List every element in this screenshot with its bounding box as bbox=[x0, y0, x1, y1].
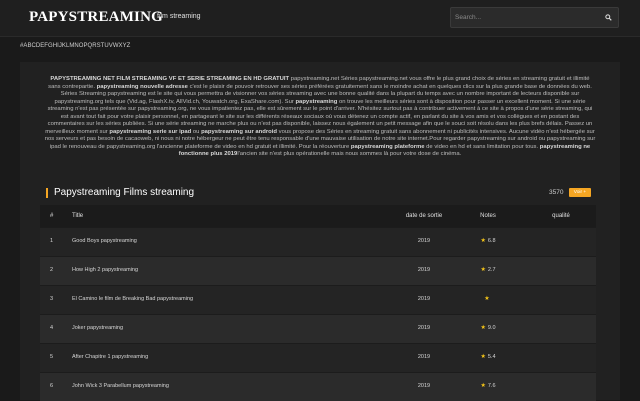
rating-value: 6.8 bbox=[487, 238, 496, 244]
rating-value: 7.6 bbox=[487, 383, 496, 389]
star-icon: ★ bbox=[480, 354, 486, 360]
rating-value: 5.4 bbox=[487, 354, 496, 360]
row-date: 2019 bbox=[417, 267, 431, 273]
row-date: 2019 bbox=[417, 325, 431, 331]
site-logo[interactable]: PAPYSTREAMING bbox=[29, 9, 163, 26]
section-title: Papystreaming Films streaming bbox=[46, 188, 194, 198]
header-notes: Notes bbox=[480, 213, 496, 219]
desc-text: l'ancien site n'est plus opérationelle m… bbox=[237, 151, 462, 157]
search-input[interactable] bbox=[455, 11, 595, 24]
row-date: 2019 bbox=[417, 354, 431, 360]
search-box bbox=[450, 7, 619, 28]
voir-plus-button[interactable]: Voir + bbox=[569, 188, 591, 197]
row-rating: ★ 5.4 bbox=[470, 344, 506, 371]
header-number: # bbox=[50, 213, 54, 219]
rating-value: 2.7 bbox=[487, 267, 496, 273]
row-number: 1 bbox=[50, 238, 54, 244]
table-row[interactable]: 2 How High 2 papystreaming 2019 ★ 2.7 bbox=[40, 256, 596, 285]
row-number: 6 bbox=[50, 383, 54, 389]
site-description: PAPYSTREAMING NET FILM STREAMING VF ET S… bbox=[44, 76, 596, 159]
row-number: 5 bbox=[50, 354, 54, 360]
row-date: 2019 bbox=[417, 296, 431, 302]
film-count: 3570 bbox=[549, 189, 564, 196]
desc-bold: papystreaming bbox=[295, 98, 338, 105]
films-table: # Title date de sortie Notes qualité 1 G… bbox=[40, 205, 596, 401]
nav-link-film-streaming[interactable]: film streaming bbox=[157, 13, 201, 20]
row-number: 2 bbox=[50, 267, 54, 273]
star-icon: ★ bbox=[480, 383, 486, 389]
row-rating: ★ bbox=[470, 286, 506, 313]
desc-bold: papystreaming serie sur ipad bbox=[109, 128, 192, 135]
header-title: Title bbox=[72, 213, 84, 219]
star-icon: ★ bbox=[480, 325, 486, 331]
desc-bold: papystreaming plateforme bbox=[350, 143, 425, 150]
desc-bold: papystreaming sur android bbox=[201, 128, 278, 135]
row-rating: ★ 7.6 bbox=[470, 373, 506, 400]
desc-text: de video en hd et sans limitation pour t… bbox=[424, 143, 540, 150]
header-quality: qualité bbox=[552, 213, 570, 219]
row-number: 4 bbox=[50, 325, 54, 331]
desc-heading: PAPYSTREAMING NET FILM STREAMING VF ET S… bbox=[50, 76, 290, 82]
alphabet-filter[interactable]: #ABCDEFGHIJKLMNOPQRSTUVWXYZ bbox=[20, 43, 130, 49]
row-date: 2019 bbox=[417, 238, 431, 244]
table-row[interactable]: 1 Good Boys papystreaming 2019 ★ 6.8 bbox=[40, 227, 596, 256]
row-title-link[interactable]: El Camino le film de Breaking Bad papyst… bbox=[72, 286, 193, 313]
row-date: 2019 bbox=[417, 383, 431, 389]
desc-text: ou bbox=[191, 128, 202, 135]
row-title-link[interactable]: Good Boys papystreaming bbox=[72, 228, 137, 255]
row-rating: ★ 6.8 bbox=[470, 228, 506, 255]
star-icon: ★ bbox=[484, 296, 490, 302]
desc-bold: papystreaming nouvelle adresse bbox=[96, 83, 188, 90]
row-rating: ★ 9.0 bbox=[470, 315, 506, 342]
table-row[interactable]: 5 After Chapitre 1 papystreaming 2019 ★ 5… bbox=[40, 343, 596, 372]
main-content: PAPYSTREAMING NET FILM STREAMING VF ET S… bbox=[20, 62, 620, 401]
star-icon: ★ bbox=[480, 238, 486, 244]
top-navbar: PAPYSTREAMING film streaming bbox=[0, 0, 640, 37]
star-icon: ★ bbox=[480, 267, 486, 273]
search-icon[interactable] bbox=[605, 14, 612, 21]
rating-value: 9.0 bbox=[487, 325, 496, 331]
table-header: # Title date de sortie Notes qualité bbox=[40, 205, 596, 227]
row-title-link[interactable]: Joker papystreaming bbox=[72, 315, 123, 342]
row-number: 3 bbox=[50, 296, 54, 302]
table-row[interactable]: 3 El Camino le film de Breaking Bad papy… bbox=[40, 285, 596, 314]
table-row[interactable]: 4 Joker papystreaming 2019 ★ 9.0 bbox=[40, 314, 596, 343]
row-title-link[interactable]: How High 2 papystreaming bbox=[72, 257, 138, 284]
row-title-link[interactable]: After Chapitre 1 papystreaming bbox=[72, 344, 148, 371]
table-row[interactable]: 6 John Wick 3 Parabellum papystreaming 2… bbox=[40, 372, 596, 401]
row-title-link[interactable]: John Wick 3 Parabellum papystreaming bbox=[72, 373, 169, 400]
row-rating: ★ 2.7 bbox=[470, 257, 506, 284]
header-release-date: date de sortie bbox=[405, 213, 443, 219]
